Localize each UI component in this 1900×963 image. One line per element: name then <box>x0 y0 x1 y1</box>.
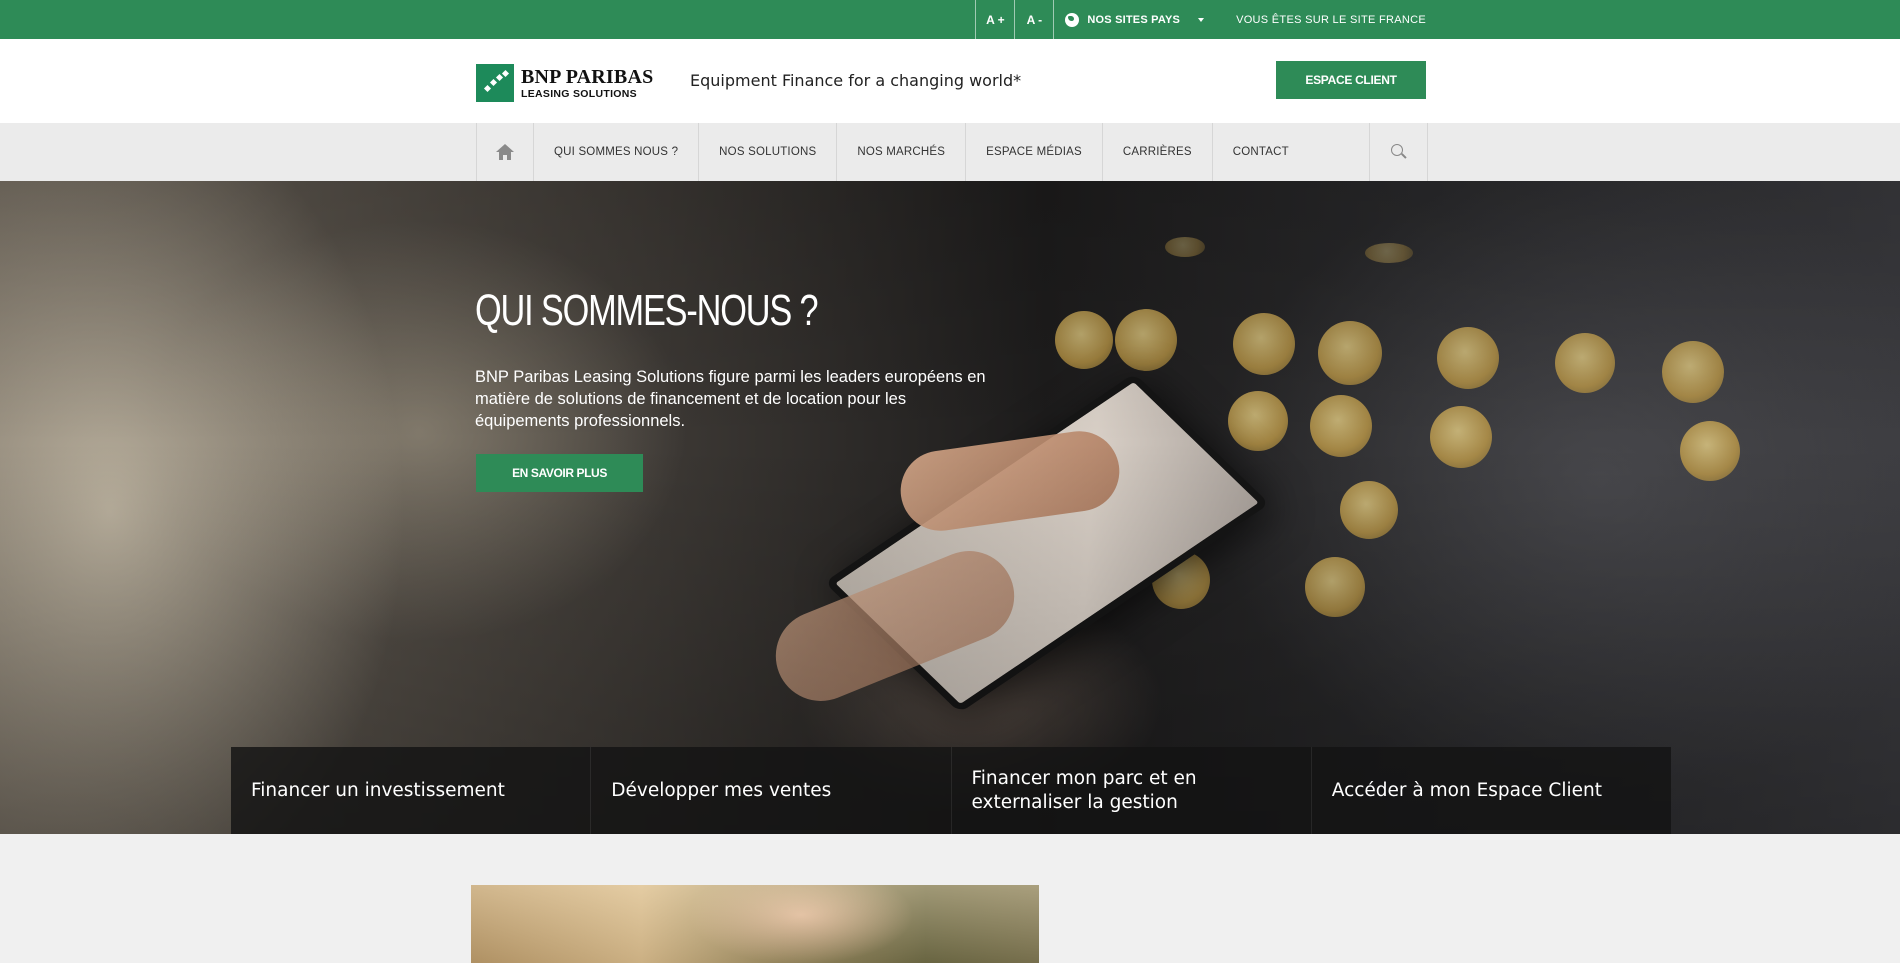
current-site-label: VOUS ÊTES SUR LE SITE FRANCE <box>1236 13 1426 26</box>
hero-title: QUI SOMMES-NOUS ? <box>475 286 819 335</box>
font-increase-button[interactable]: A + <box>975 0 1014 39</box>
nav-item-espace-medias[interactable]: ESPACE MÉDIAS <box>966 123 1103 181</box>
main-navigation: QUI SOMMES NOUS ? NOS SOLUTIONS NOS MARC… <box>0 123 1900 181</box>
main-navigation-bar: QUI SOMMES NOUS ? NOS SOLUTIONS NOS MARC… <box>476 123 1428 181</box>
nav-item-nos-solutions[interactable]: NOS SOLUTIONS <box>699 123 838 181</box>
logo-stars-icon <box>476 64 514 102</box>
header-tagline: Equipment Finance for a changing world* <box>690 71 1022 90</box>
site-header: BNP PARIBAS LEASING SOLUTIONS Equipment … <box>0 39 1900 123</box>
promo-image-glow <box>471 885 1039 963</box>
nav-item-nos-marches[interactable]: NOS MARCHÉS <box>837 123 967 181</box>
bnp-paribas-logo[interactable]: BNP PARIBAS LEASING SOLUTIONS <box>476 63 653 103</box>
espace-client-button[interactable]: ESPACE CLIENT <box>1276 61 1426 99</box>
hero-description: BNP Paribas Leasing Solutions figure par… <box>475 368 986 430</box>
font-decrease-button[interactable]: A - <box>1014 0 1053 39</box>
quick-links-bar: Financer un investissement Développer me… <box>231 747 1671 834</box>
nav-item-contact[interactable]: CONTACT <box>1213 123 1309 181</box>
top-utility-bar: A + A - NOS SITES PAYS VOUS ÊTES SUR LE … <box>0 0 1900 39</box>
hero-overlay <box>0 181 1900 834</box>
logo-wordmark: BNP PARIBAS LEASING SOLUTIONS <box>521 67 653 100</box>
quick-link-financer-parc[interactable]: Financer mon parc et en externaliser la … <box>951 747 1312 834</box>
top-utility-controls: A + A - NOS SITES PAYS VOUS ÊTES SUR LE … <box>975 0 1426 39</box>
search-button[interactable] <box>1369 123 1427 181</box>
promo-image[interactable] <box>471 885 1039 963</box>
search-icon <box>1390 144 1407 160</box>
home-button[interactable] <box>477 123 534 181</box>
hero-banner <box>0 181 1900 834</box>
quick-link-espace-client[interactable]: Accéder à mon Espace Client <box>1311 747 1671 834</box>
nav-item-qui-sommes-nous[interactable]: QUI SOMMES NOUS ? <box>534 123 700 181</box>
home-icon <box>496 144 514 160</box>
country-sites-label: NOS SITES PAYS <box>1087 13 1181 26</box>
en-savoir-plus-button[interactable]: EN SAVOIR PLUS <box>476 454 643 492</box>
quick-link-financer-investissement[interactable]: Financer un investissement <box>231 747 592 834</box>
logo-subtitle: LEASING SOLUTIONS <box>521 87 637 100</box>
country-sites-dropdown[interactable]: NOS SITES PAYS <box>1053 0 1216 39</box>
quick-link-developper-ventes[interactable]: Développer mes ventes <box>591 747 952 834</box>
chevron-down-icon <box>1198 17 1205 22</box>
nav-item-carrieres[interactable]: CARRIÈRES <box>1103 123 1213 181</box>
logo-name: BNP PARIBAS <box>521 65 654 88</box>
globe-icon <box>1065 12 1080 27</box>
